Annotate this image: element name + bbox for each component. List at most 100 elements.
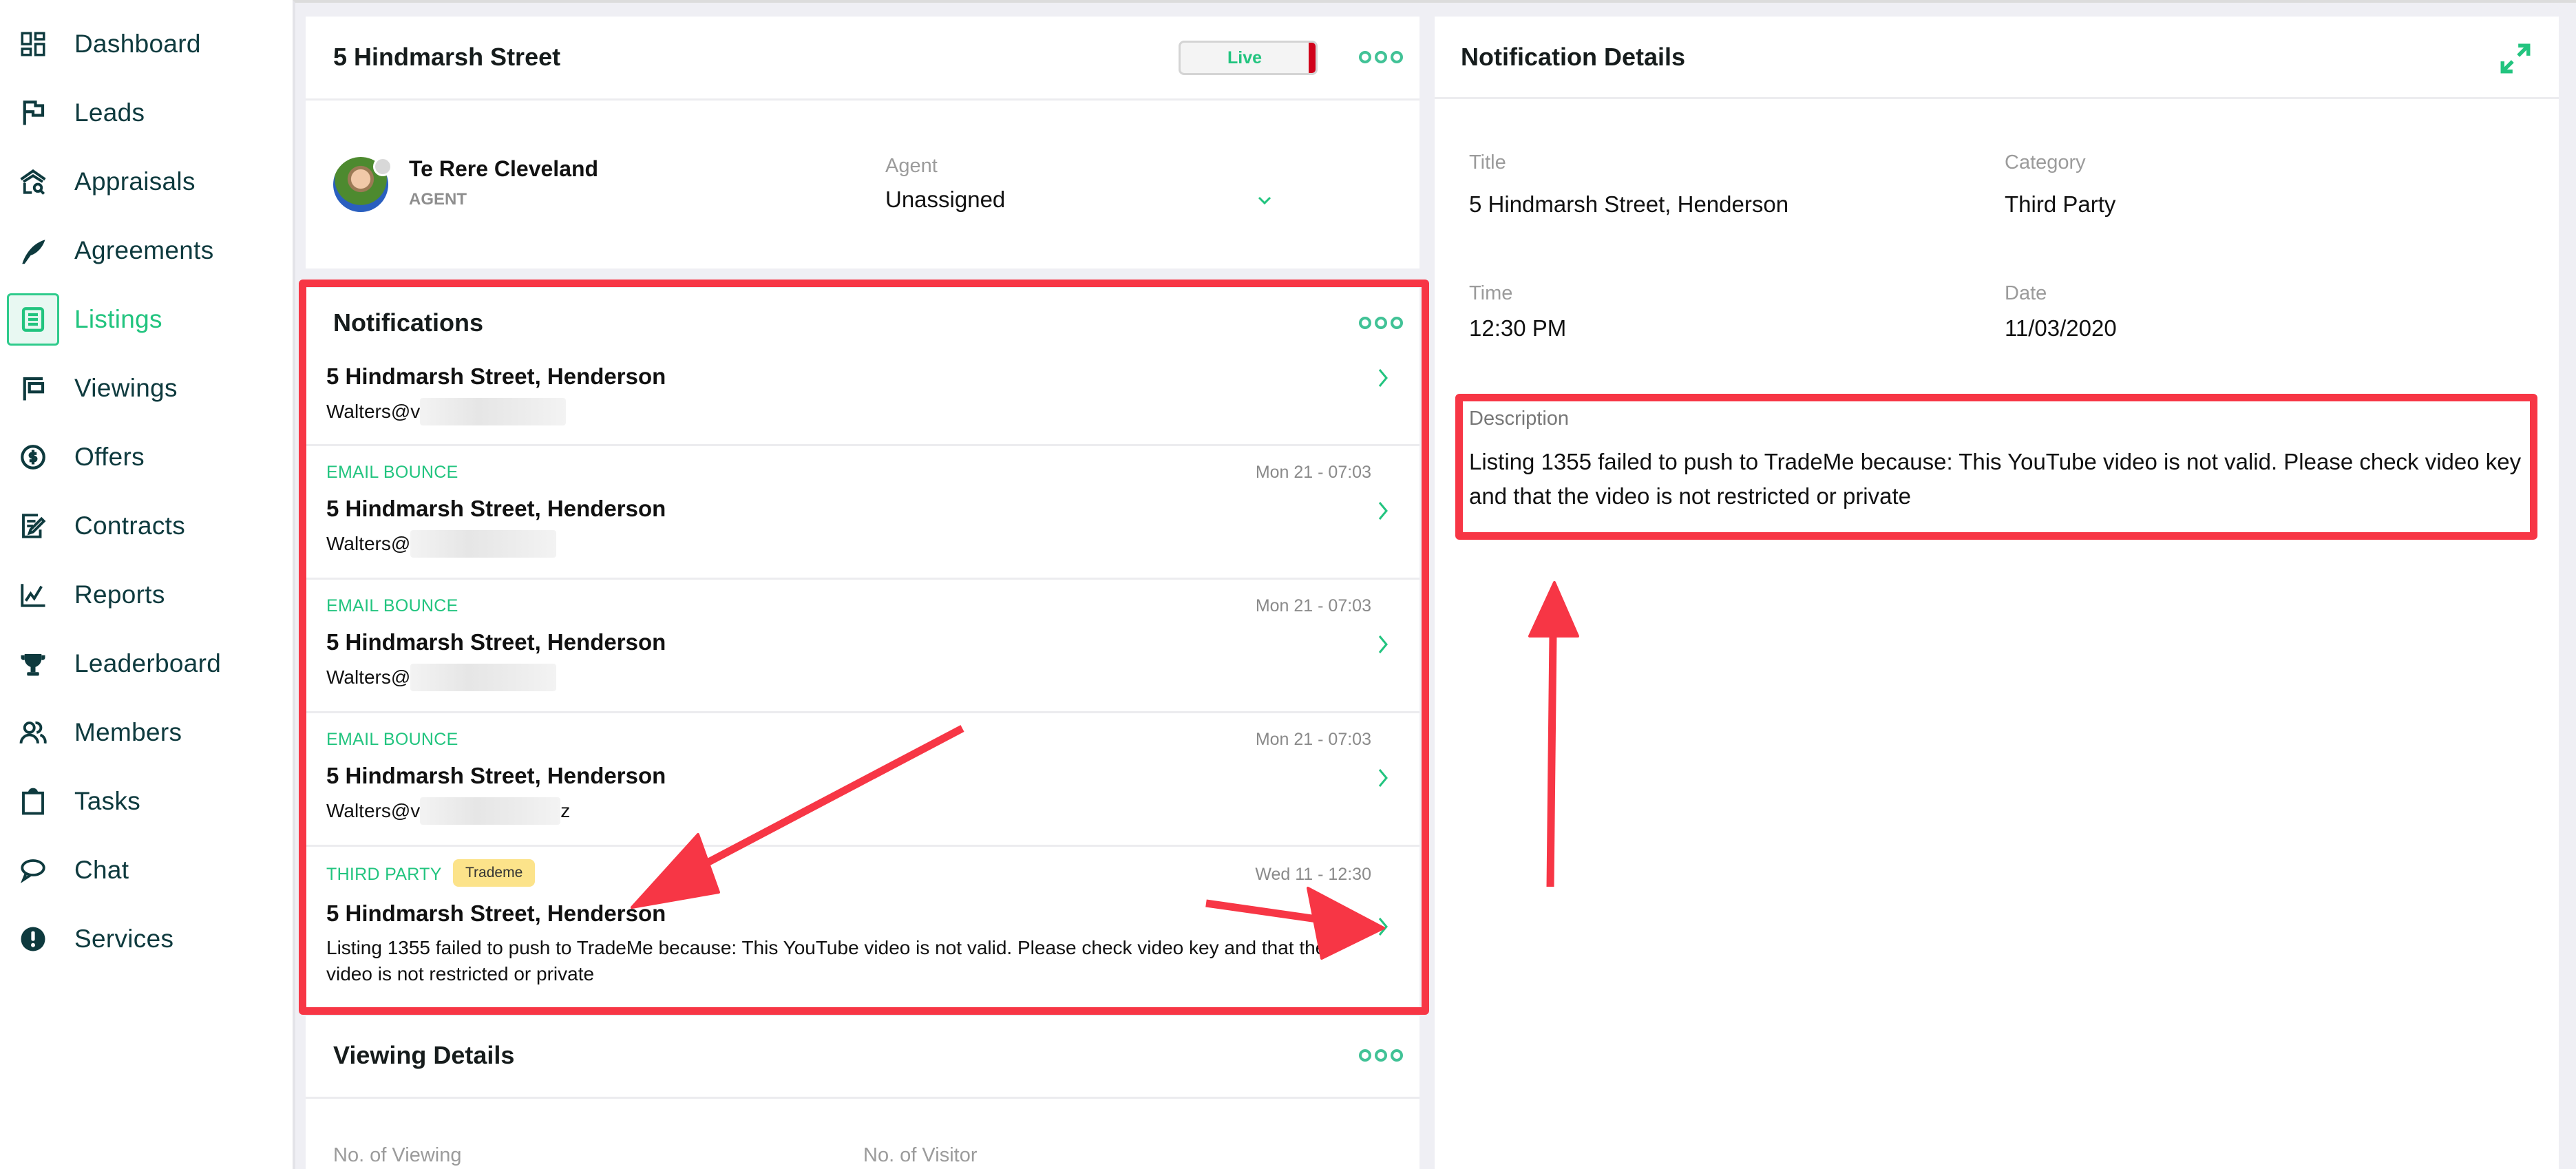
no-of-visitor-label: No. of Visitor [863,1144,978,1166]
notification-title: 5 Hindmarsh Street, Henderson [326,629,666,655]
notification-details-title: Notification Details [1461,43,1686,71]
time-label: Time [1469,282,1513,304]
sidebar-item-contracts[interactable]: Contracts [0,497,289,555]
alert-circle-icon [7,913,59,965]
contact-name: Te Rere Cleveland [409,156,599,181]
sidebar-item-label: Tasks [74,787,141,815]
sidebar-item-label: Offers [74,443,145,471]
notification-email: Walters@ [326,530,557,558]
category-label: Category [2005,151,2086,173]
viewing-more-options-icon[interactable] [1359,1049,1403,1062]
chevron-right-icon[interactable] [1374,916,1392,938]
notification-details-card: Notification Details Title 5 Hindmarsh S… [1435,17,2559,1169]
agent-select-value: Unassigned [885,187,1006,212]
chevron-right-icon[interactable] [1374,767,1392,789]
notification-item[interactable]: 5 Hindmarsh Street, Henderson Walters@v [306,350,1419,446]
sidebar-item-dashboard[interactable]: Dashboard [0,15,289,73]
notification-category: THIRD PARTY [326,865,442,884]
notification-title: 5 Hindmarsh Street, Henderson [326,364,666,389]
notification-category: EMAIL BOUNCE [326,596,458,615]
line-chart-icon [7,569,59,621]
members-icon [7,706,59,759]
sidebar-item-label: Members [74,718,182,746]
sidebar-item-appraisals[interactable]: Appraisals [0,153,289,211]
date-value: 11/03/2020 [2005,315,2117,341]
quill-icon [7,224,59,277]
email-prefix: Walters@ [326,666,411,688]
list-document-icon [7,293,59,346]
trophy-icon [7,638,59,690]
notification-item[interactable]: EMAIL BOUNCE Mon 21 - 07:03 5 Hindmarsh … [306,446,1419,580]
live-status-label: Live [1227,48,1263,67]
notifications-title: Notifications [333,308,484,337]
description-value: Listing 1355 failed to push to TradeMe b… [1469,449,2522,509]
clipboard-icon [7,775,59,828]
notification-email: Walters@v z [326,797,570,825]
sidebar-item-listings[interactable]: Listings [0,291,289,348]
sidebar-item-offers[interactable]: Offers [0,428,289,486]
sidebar-item-label: Agreements [74,236,214,264]
notification-title: 5 Hindmarsh Street, Henderson [326,496,666,521]
sidebar-item-label: Leads [74,98,145,127]
notification-category: EMAIL BOUNCE [326,730,458,749]
sidebar-item-chat[interactable]: Chat [0,841,289,899]
notification-item[interactable]: EMAIL BOUNCE Mon 21 - 07:03 5 Hindmarsh … [306,713,1419,847]
viewing-details-title: Viewing Details [333,1041,515,1069]
chevron-down-icon [1258,196,1271,205]
no-of-viewing-label: No. of Viewing [333,1144,462,1166]
chat-bubble-icon [7,844,59,896]
property-more-options-icon[interactable] [1359,51,1403,63]
sidebar-item-services[interactable]: Services [0,910,289,968]
category-value: Third Party [2005,191,2116,217]
email-prefix: Walters@ [326,533,411,554]
dashboard-icon [7,18,59,70]
chevron-right-icon[interactable] [1374,367,1392,389]
notification-item[interactable]: EMAIL BOUNCE Mon 21 - 07:03 5 Hindmarsh … [306,580,1419,713]
description-label: Description [1469,408,1570,430]
email-suffix: z [560,800,571,821]
redacted-email [410,530,557,558]
email-prefix: Walters@v [326,800,421,821]
redacted-email [420,398,567,425]
agent-label: Agent [885,155,938,177]
sidebar-item-label: Contracts [74,512,186,540]
live-status-indicator [1309,43,1316,73]
chevron-right-icon[interactable] [1374,500,1392,522]
title-label: Title [1469,151,1506,173]
sidebar-item-label: Reports [74,580,165,609]
notification-email: Walters@ [326,664,557,691]
live-status-toggle[interactable]: Live [1179,41,1318,75]
contract-edit-icon [7,500,59,552]
email-prefix: Walters@v [326,401,421,422]
sidebar-item-agreements[interactable]: Agreements [0,222,289,280]
sidebar-item-tasks[interactable]: Tasks [0,772,289,830]
notifications-more-options-icon[interactable] [1359,317,1403,329]
notification-email: Walters@v [326,398,567,425]
agent-select[interactable]: Unassigned [885,182,1278,217]
sidebar-item-leaderboard[interactable]: Leaderboard [0,635,289,693]
notification-time: Mon 21 - 07:03 [1255,463,1371,482]
redacted-email [410,664,557,691]
trademe-tag: Trademe [453,859,536,887]
notification-time: Mon 21 - 07:03 [1255,596,1371,615]
sidebar-item-leads[interactable]: Leads [0,84,289,142]
signboard-icon [7,362,59,414]
house-search-icon [7,156,59,208]
notification-description: Listing 1355 failed to push to TradeMe b… [326,937,1327,984]
date-label: Date [2005,282,2047,304]
sidebar-item-members[interactable]: Members [0,704,289,761]
sidebar-item-label: Appraisals [74,167,196,196]
expand-icon[interactable] [2498,41,2533,76]
sidebar-item-reports[interactable]: Reports [0,566,289,624]
time-value: 12:30 PM [1469,315,1567,341]
notification-category: EMAIL BOUNCE [326,463,458,482]
notification-title: 5 Hindmarsh Street, Henderson [326,901,666,926]
notification-item-selected[interactable]: THIRD PARTY Trademe Wed 11 - 12:30 5 Hin… [306,847,1419,1002]
property-title: 5 Hindmarsh Street [333,43,561,71]
sidebar-item-viewings[interactable]: Viewings [0,359,289,417]
viewing-details-card: Viewing Details No. of Viewing No. of Vi… [306,1016,1419,1169]
chevron-right-icon[interactable] [1374,633,1392,655]
sidebar-item-label: Listings [74,305,162,333]
sidebar-item-label: Leaderboard [74,649,222,677]
sidebar: Dashboard Leads Appraisals Agreements Li… [0,0,293,1169]
